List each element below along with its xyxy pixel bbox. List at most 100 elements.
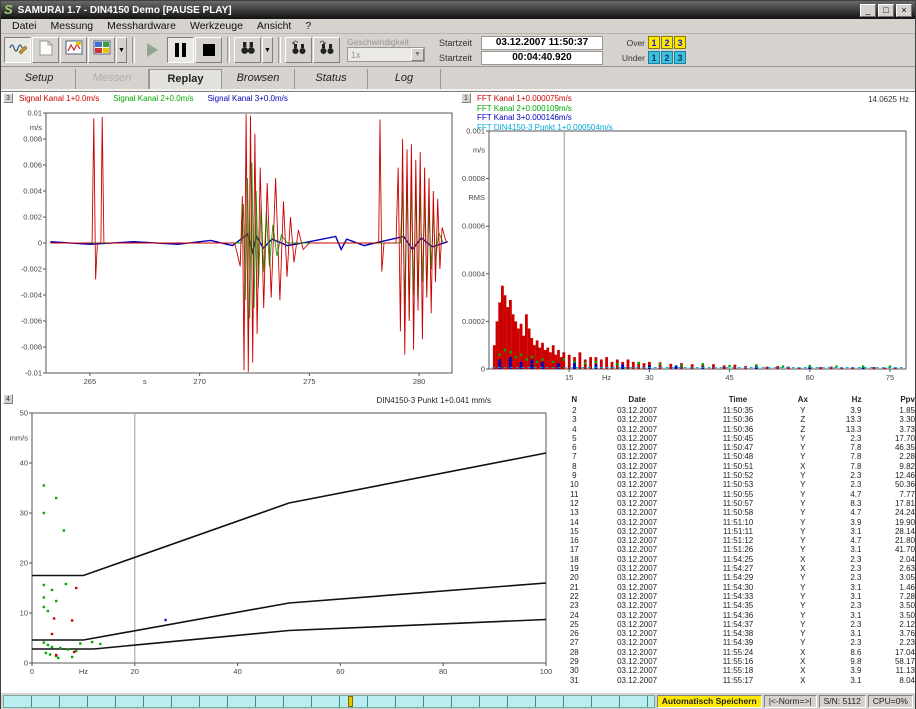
minimize-button[interactable]: _	[860, 4, 876, 17]
table-row[interactable]: 1403.12.200711:51:10Y3.919.90	[563, 518, 915, 527]
table-row[interactable]: 1103.12.200711:50:55Y4.77.77	[563, 490, 915, 499]
table-row[interactable]: 2903.12.200711:55:16X9.858.17	[563, 657, 915, 666]
menu-messhardware[interactable]: Messhardware	[100, 20, 183, 32]
layout-options-caret[interactable]: ▼	[116, 37, 127, 63]
svg-text:45: 45	[725, 373, 733, 382]
maximize-button[interactable]: □	[878, 4, 894, 17]
table-row[interactable]: 1003.12.200711:50:53Y2.350.36	[563, 480, 915, 489]
table-row[interactable]: 303.12.200711:50:36Z13.33.30	[563, 415, 915, 424]
table-row[interactable]: 903.12.200711:50:52Y2.312.46	[563, 471, 915, 480]
svg-text:-0.006: -0.006	[21, 317, 42, 326]
layout-view-button[interactable]	[88, 37, 115, 63]
column-header-ax[interactable]: Ax	[787, 394, 818, 406]
search-options-caret[interactable]: ▼	[262, 37, 273, 63]
din-chart-title: DIN4150-3 Punkt 1+0.041 mm/s	[376, 396, 491, 405]
over-channel-2[interactable]: 2	[661, 36, 673, 49]
chevron-down-icon: ▼	[264, 47, 271, 54]
din-chart-plot[interactable]: 50403020100mm/s020406080100Hz	[4, 409, 558, 689]
svg-text:-0.002: -0.002	[21, 265, 42, 274]
table-row[interactable]: 2503.12.200711:54:37Y2.32.12	[563, 620, 915, 629]
table-row[interactable]: 1303.12.200711:50:58Y4.724.24	[563, 508, 915, 517]
start-time-field[interactable]: 03.12.2007 11:50:37	[481, 36, 603, 50]
tab-bar: Setup Messen Replay Browsen Status Log	[1, 67, 915, 91]
under-channel-1[interactable]: 1	[648, 51, 660, 64]
search-forward-button[interactable]: ↷	[313, 37, 340, 63]
table-row[interactable]: 703.12.200711:50:48Y7.82.28	[563, 452, 915, 461]
titlebar[interactable]: S SAMURAI 1.7 - DIN4150 Demo [PAUSE PLAY…	[1, 1, 915, 19]
slider-thumb[interactable]	[348, 696, 353, 707]
column-header-hz[interactable]: Hz	[818, 394, 861, 406]
svg-text:mm/s: mm/s	[10, 434, 29, 443]
table-header-row: N Date Time Ax Hz Ppv	[563, 394, 915, 406]
binoculars-icon	[240, 41, 256, 60]
tab-status[interactable]: Status	[295, 69, 368, 89]
time-chart-plot[interactable]: 0.010.0080.0060.0040.0020-0.002-0.004-0.…	[4, 107, 458, 391]
menubar: Datei Messung Messhardware Werkzeuge Ans…	[1, 19, 915, 34]
column-header-n[interactable]: N	[563, 394, 586, 406]
table-row[interactable]: 603.12.200711:50:47Y7.846.35	[563, 443, 915, 452]
chart-view-button[interactable]	[60, 37, 87, 63]
menu-datei[interactable]: Datei	[5, 20, 44, 32]
search-button[interactable]	[234, 37, 261, 63]
tab-messen[interactable]: Messen	[76, 69, 149, 89]
table-row[interactable]: 2803.12.200711:55:24X8.617.04	[563, 648, 915, 657]
table-row[interactable]: 1703.12.200711:51:26Y3.141.70	[563, 545, 915, 554]
table-row[interactable]: 2303.12.200711:54:35Y2.33.50	[563, 601, 915, 610]
elapsed-time-field[interactable]: 00:04:40.920	[481, 51, 603, 65]
main-area: 3 Signal Kanal 1+0.0m/s Signal Kanal 2+0…	[1, 91, 915, 692]
under-channel-2[interactable]: 2	[661, 51, 673, 64]
table-row[interactable]: 2203.12.200711:54:33Y3.17.28	[563, 592, 915, 601]
menu-werkzeuge[interactable]: Werkzeuge	[183, 20, 250, 32]
under-channel-3[interactable]: 3	[674, 51, 686, 64]
table-row[interactable]: 2003.12.200711:54:29Y2.33.05	[563, 573, 915, 582]
new-measurement-button[interactable]	[32, 37, 59, 63]
search-back-button[interactable]: ↶	[285, 37, 312, 63]
column-header-time[interactable]: Time	[689, 394, 788, 406]
table-row[interactable]: 2703.12.200711:54:39Y2.32.23	[563, 638, 915, 647]
table-row[interactable]: 3003.12.200711:55:18X3.911.13	[563, 666, 915, 675]
table-row[interactable]: 403.12.200711:50:36Z13.33.73	[563, 425, 915, 434]
table-row[interactable]: 3103.12.200711:55:17X3.18.04	[563, 676, 915, 685]
table-row[interactable]: 803.12.200711:50:51X7.89.82	[563, 462, 915, 471]
svg-text:m/s: m/s	[30, 123, 42, 132]
tab-setup[interactable]: Setup	[3, 69, 76, 89]
table-row[interactable]: 1203.12.200711:50:57Y8.317.81	[563, 499, 915, 508]
menu-ansicht[interactable]: Ansicht	[250, 20, 298, 32]
play-icon	[147, 43, 158, 57]
over-channel-1[interactable]: 1	[648, 36, 660, 49]
fft-chart-plot[interactable]: 0.0010.00080.00060.00040.00020m/sRMS1530…	[462, 93, 914, 391]
table-row[interactable]: 1603.12.200711:51:12Y4.721.80	[563, 536, 915, 545]
play-button[interactable]	[139, 37, 166, 63]
table-row[interactable]: 1803.12.200711:54:25X2.32.04	[563, 555, 915, 564]
table-row[interactable]: 1503.12.200711:51:11Y3.128.14	[563, 527, 915, 536]
column-header-date[interactable]: Date	[586, 394, 689, 406]
tab-browsen[interactable]: Browsen	[222, 69, 295, 89]
table-row[interactable]: 1903.12.200711:54:27X2.32.63	[563, 564, 915, 573]
svg-text:265: 265	[84, 377, 97, 386]
speed-select[interactable]: 1x ▼	[347, 47, 425, 62]
position-slider[interactable]	[3, 695, 655, 708]
table-row[interactable]: 503.12.200711:50:45Y2.317.70	[563, 434, 915, 443]
pause-button[interactable]	[167, 37, 194, 63]
menu-messung[interactable]: Messung	[44, 20, 101, 32]
tab-log[interactable]: Log	[368, 69, 441, 89]
close-button[interactable]: ×	[896, 4, 912, 17]
svg-text:0: 0	[481, 365, 485, 374]
table-row[interactable]: 2603.12.200711:54:38Y3.13.76	[563, 629, 915, 638]
norm-indicator[interactable]: |<-Norm=>|	[764, 695, 817, 708]
redo-arrow-icon: ↷	[320, 40, 327, 48]
chart-picture-icon	[65, 40, 83, 61]
table-row[interactable]: 2103.12.200711:54:30Y3.11.46	[563, 583, 915, 592]
stop-icon	[203, 44, 215, 56]
svg-text:40: 40	[233, 667, 241, 676]
table-row[interactable]: 2403.12.200711:54:36Y3.13.50	[563, 611, 915, 620]
tab-replay[interactable]: Replay	[149, 69, 222, 89]
autosave-status[interactable]: Automatisch Speichern	[657, 695, 762, 708]
table-row[interactable]: 203.12.200711:50:35Y3.91.85	[563, 406, 915, 415]
stop-button[interactable]	[195, 37, 222, 63]
svg-text:75: 75	[886, 373, 894, 382]
menu-help[interactable]: ?	[298, 20, 318, 32]
measurement-settings-button[interactable]	[4, 37, 31, 63]
over-channel-3[interactable]: 3	[674, 36, 686, 49]
column-header-ppv[interactable]: Ppv	[861, 394, 915, 406]
